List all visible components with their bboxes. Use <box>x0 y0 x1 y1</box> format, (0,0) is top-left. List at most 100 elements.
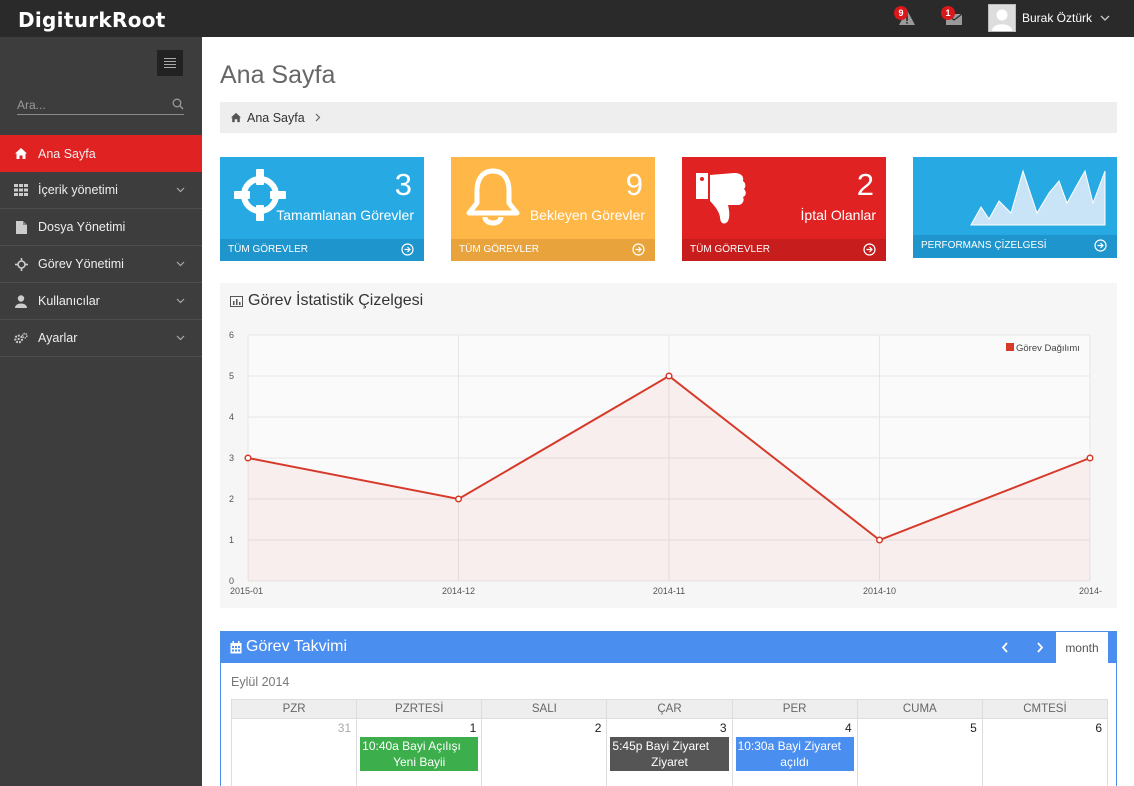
sidebar-search <box>17 95 184 115</box>
hamburger-line <box>164 61 176 62</box>
weekday-header: ÇAR <box>606 699 733 719</box>
calendar-day-cell[interactable]: 4 10:30a Bayi Ziyaret açıldı <box>731 718 858 786</box>
sidebar-nav: Ana Sayfa İçerik yönetimi Dosya Yönetimi… <box>0 135 202 357</box>
calendar-icon <box>230 640 242 653</box>
sidebar-item-icerik-yonetimi[interactable]: İçerik yönetimi <box>0 172 202 209</box>
event-title: 10:30a Bayi Ziyaret <box>737 739 841 753</box>
logo[interactable]: DigiturkRoot <box>18 8 166 32</box>
arrow-circle-right-icon <box>632 243 645 256</box>
x-tick-label: 2014-12 <box>442 586 475 596</box>
arrow-circle-right-icon <box>1094 239 1107 252</box>
cogs-icon <box>14 331 28 345</box>
stats-chart-panel: Görev İstatistik Çizelgesi 0 1 2 3 4 5 6 2015-0… <box>220 283 1117 608</box>
bell-icon <box>466 168 520 226</box>
calendar-event[interactable]: 5:45p Bayi Ziyaret Ziyaret <box>610 737 729 771</box>
weekday-header: SALI <box>481 699 608 719</box>
breadcrumb-item-ana-sayfa[interactable]: Ana Sayfa <box>247 111 305 125</box>
arrow-circle-right-icon <box>863 243 876 256</box>
calendar-next-button[interactable] <box>1028 637 1052 659</box>
messages-badge: 1 <box>941 6 955 20</box>
calendar-weekday-row: PZR PZRTESİ SALI ÇAR PER CUMA CMTESİ <box>230 699 1109 719</box>
chevron-down-icon <box>176 298 185 304</box>
data-point <box>875 536 884 544</box>
search-icon[interactable] <box>172 98 184 110</box>
sidebar-item-gorev-yonetimi[interactable]: Görev Yönetimi <box>0 246 202 283</box>
day-number: 2 <box>594 721 602 735</box>
legend-swatch <box>1006 343 1014 351</box>
day-number: 1 <box>469 721 477 735</box>
stat-value: 3 <box>394 167 412 202</box>
weekday-header: CMTESİ <box>981 699 1109 719</box>
sidebar-item-kullanicilar[interactable]: Kullanıcılar <box>0 283 202 320</box>
sidebar-item-label: İçerik yönetimi <box>38 183 118 197</box>
y-tick-label: 6 <box>229 330 234 340</box>
calendar-day-cell[interactable]: 1 10:40a Bayi Açılışı Yeni Bayii <box>356 718 483 786</box>
user-menu[interactable]: Burak Öztürk <box>988 4 1110 32</box>
stat-label: Tamamlanan Görevler <box>276 207 414 223</box>
search-input[interactable] <box>17 95 162 114</box>
event-description: Yeni Bayii <box>393 755 446 769</box>
stat-tile-completed[interactable]: 3 Tamamlanan Görevler TÜM GÖREVLER <box>220 157 424 261</box>
chevron-right-icon <box>315 113 321 122</box>
stat-link-label: TÜM GÖREVLER <box>228 244 309 255</box>
calendar-week-row: 31 1 10:40a Bayi Açılışı Yeni Bayii 2 3 … <box>230 718 1109 786</box>
alerts-badge: 9 <box>894 6 908 20</box>
logo-text: DigiturkRoot <box>18 8 166 32</box>
day-number: 5 <box>970 721 977 735</box>
sidebar-item-label: Görev Yönetimi <box>38 257 124 271</box>
calendar-grid: PZR PZRTESİ SALI ÇAR PER CUMA CMTESİ 3 1 … <box>230 699 1109 786</box>
calendar-month-view-button[interactable]: month <box>1056 632 1108 663</box>
stat-tile-performance[interactable]: PERFORMANS ÇİZELGESİ <box>913 157 1117 258</box>
hamburger-icon <box>164 58 176 59</box>
sidebar-item-dosya-yonetimi[interactable]: Dosya Yönetimi <box>0 209 202 246</box>
calendar-day-cell[interactable]: 6 <box>981 718 1109 786</box>
stat-link-all-tasks[interactable]: TÜM GÖREVLER <box>451 239 655 261</box>
x-tick-label: 2015-01 <box>230 586 263 596</box>
y-tick-label: 1 <box>229 535 234 545</box>
grid-icon <box>14 183 28 197</box>
calendar-event[interactable]: 10:40a Bayi Açılışı Yeni Bayii <box>360 737 479 771</box>
stat-link-all-tasks[interactable]: TÜM GÖREVLER <box>682 239 886 261</box>
stat-link-label: PERFORMANS ÇİZELGESİ <box>921 240 1047 251</box>
y-tick-label: 5 <box>229 371 234 381</box>
file-icon <box>14 220 28 234</box>
sidebar-toggle-button[interactable] <box>157 50 183 76</box>
calendar-day-cell[interactable]: 31 <box>230 718 358 786</box>
breadcrumb: Ana Sayfa <box>220 102 1117 133</box>
stat-tile-cancelled[interactable]: 2 İptal Olanlar TÜM GÖREVLER <box>682 157 886 261</box>
user-name: Burak Öztürk <box>1022 11 1093 25</box>
calendar-day-cell[interactable]: 2 <box>481 718 608 786</box>
event-title: 10:40a Bayi Açılışı <box>362 739 461 753</box>
calendar-header: Görev Takvimi month <box>221 632 1116 663</box>
calendar-event[interactable]: 10:30a Bayi Ziyaret açıldı <box>735 737 854 771</box>
stat-link-label: TÜM GÖREVLER <box>690 244 771 255</box>
calendar-day-cell[interactable]: 3 5:45p Bayi Ziyaret Ziyaret <box>606 718 733 786</box>
stat-link-all-tasks[interactable]: TÜM GÖREVLER <box>220 239 424 261</box>
hamburger-line <box>164 64 176 65</box>
home-icon <box>230 112 242 123</box>
chevron-down-icon <box>176 187 185 193</box>
stat-value: 2 <box>856 167 874 202</box>
calendar-title-text: Görev Takvimi <box>246 638 348 655</box>
home-icon <box>14 147 28 161</box>
event-title: 5:45p Bayi Ziyaret <box>612 739 710 753</box>
data-point <box>1086 454 1094 462</box>
sidebar-item-ana-sayfa[interactable]: Ana Sayfa <box>0 135 202 172</box>
calendar-prev-button[interactable] <box>993 637 1017 659</box>
data-point <box>665 372 673 380</box>
alerts-button[interactable]: 9 <box>894 6 920 29</box>
stat-link-label: TÜM GÖREVLER <box>459 244 540 255</box>
avatar <box>988 4 1016 32</box>
event-description: açıldı <box>780 755 809 769</box>
thumbs-down-icon <box>696 173 746 224</box>
crosshair-icon <box>14 257 28 271</box>
messages-button[interactable]: 1 <box>941 6 967 29</box>
sidebar-item-ayarlar[interactable]: Ayarlar <box>0 320 202 357</box>
chevron-right-icon <box>1037 642 1044 653</box>
stat-link-performance-chart[interactable]: PERFORMANS ÇİZELGESİ <box>913 235 1117 258</box>
day-number: 4 <box>845 721 852 735</box>
calendar-day-cell[interactable]: 5 <box>856 718 983 786</box>
chevron-left-icon <box>1001 642 1008 653</box>
y-tick-label: 0 <box>229 576 234 586</box>
stat-tile-pending[interactable]: 9 Bekleyen Görevler TÜM GÖREVLER <box>451 157 655 261</box>
